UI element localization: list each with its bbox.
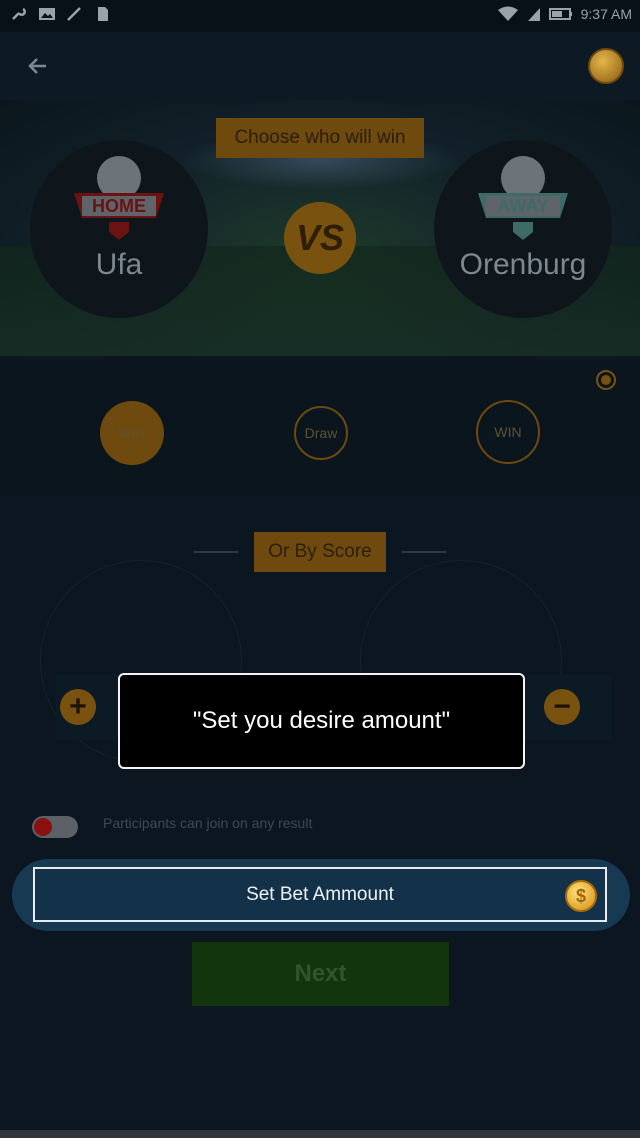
coin-icon: $ (565, 880, 597, 912)
home-team-card[interactable]: HOME Ufa (30, 140, 208, 318)
home-team-name: Ufa (95, 248, 143, 281)
away-badge-icon: AWAY (478, 156, 568, 240)
file-icon (98, 7, 108, 21)
signal-icon (527, 8, 540, 21)
status-bar: 9:37 AM (0, 0, 640, 32)
bottom-edge (0, 1130, 640, 1138)
svg-text:HOME: HOME (92, 196, 146, 216)
divider (402, 551, 446, 553)
away-team-card[interactable]: AWAY Orenburg (434, 140, 612, 318)
choose-winner-label: Choose who will win (216, 118, 424, 158)
participants-label: Participants can join on any result (103, 815, 313, 831)
draw-button[interactable]: Draw (294, 406, 348, 460)
next-button[interactable]: Next (192, 942, 449, 1006)
participants-toggle[interactable] (32, 816, 78, 838)
home-win-button[interactable]: WIN (100, 401, 164, 465)
status-left-icons (10, 6, 112, 22)
coin-icon[interactable] (588, 48, 624, 84)
set-bet-amount-button[interactable]: Set Bet Ammount (33, 867, 607, 922)
vs-icon: VS (284, 202, 356, 274)
image-icon (39, 8, 55, 20)
back-arrow-icon[interactable] (24, 52, 52, 80)
away-minus-button[interactable]: − (544, 689, 580, 725)
result-radio[interactable] (596, 370, 616, 390)
toast-message: "Set you desire amount" (118, 673, 525, 769)
svg-text:AWAY: AWAY (497, 196, 548, 216)
status-right: 9:37 AM (497, 6, 632, 22)
home-badge-icon: HOME (74, 156, 164, 240)
status-time: 9:37 AM (580, 6, 632, 22)
divider (194, 551, 238, 553)
away-win-button[interactable]: WIN (476, 400, 540, 464)
app-bar (0, 32, 640, 100)
away-team-name: Orenburg (459, 248, 587, 281)
wifi-icon (497, 6, 518, 21)
score-title: Or By Score (254, 532, 386, 572)
wrench-icon (67, 7, 81, 21)
tool-icon (12, 7, 26, 20)
home-plus-button[interactable]: + (60, 689, 96, 725)
battery-icon (548, 8, 572, 20)
